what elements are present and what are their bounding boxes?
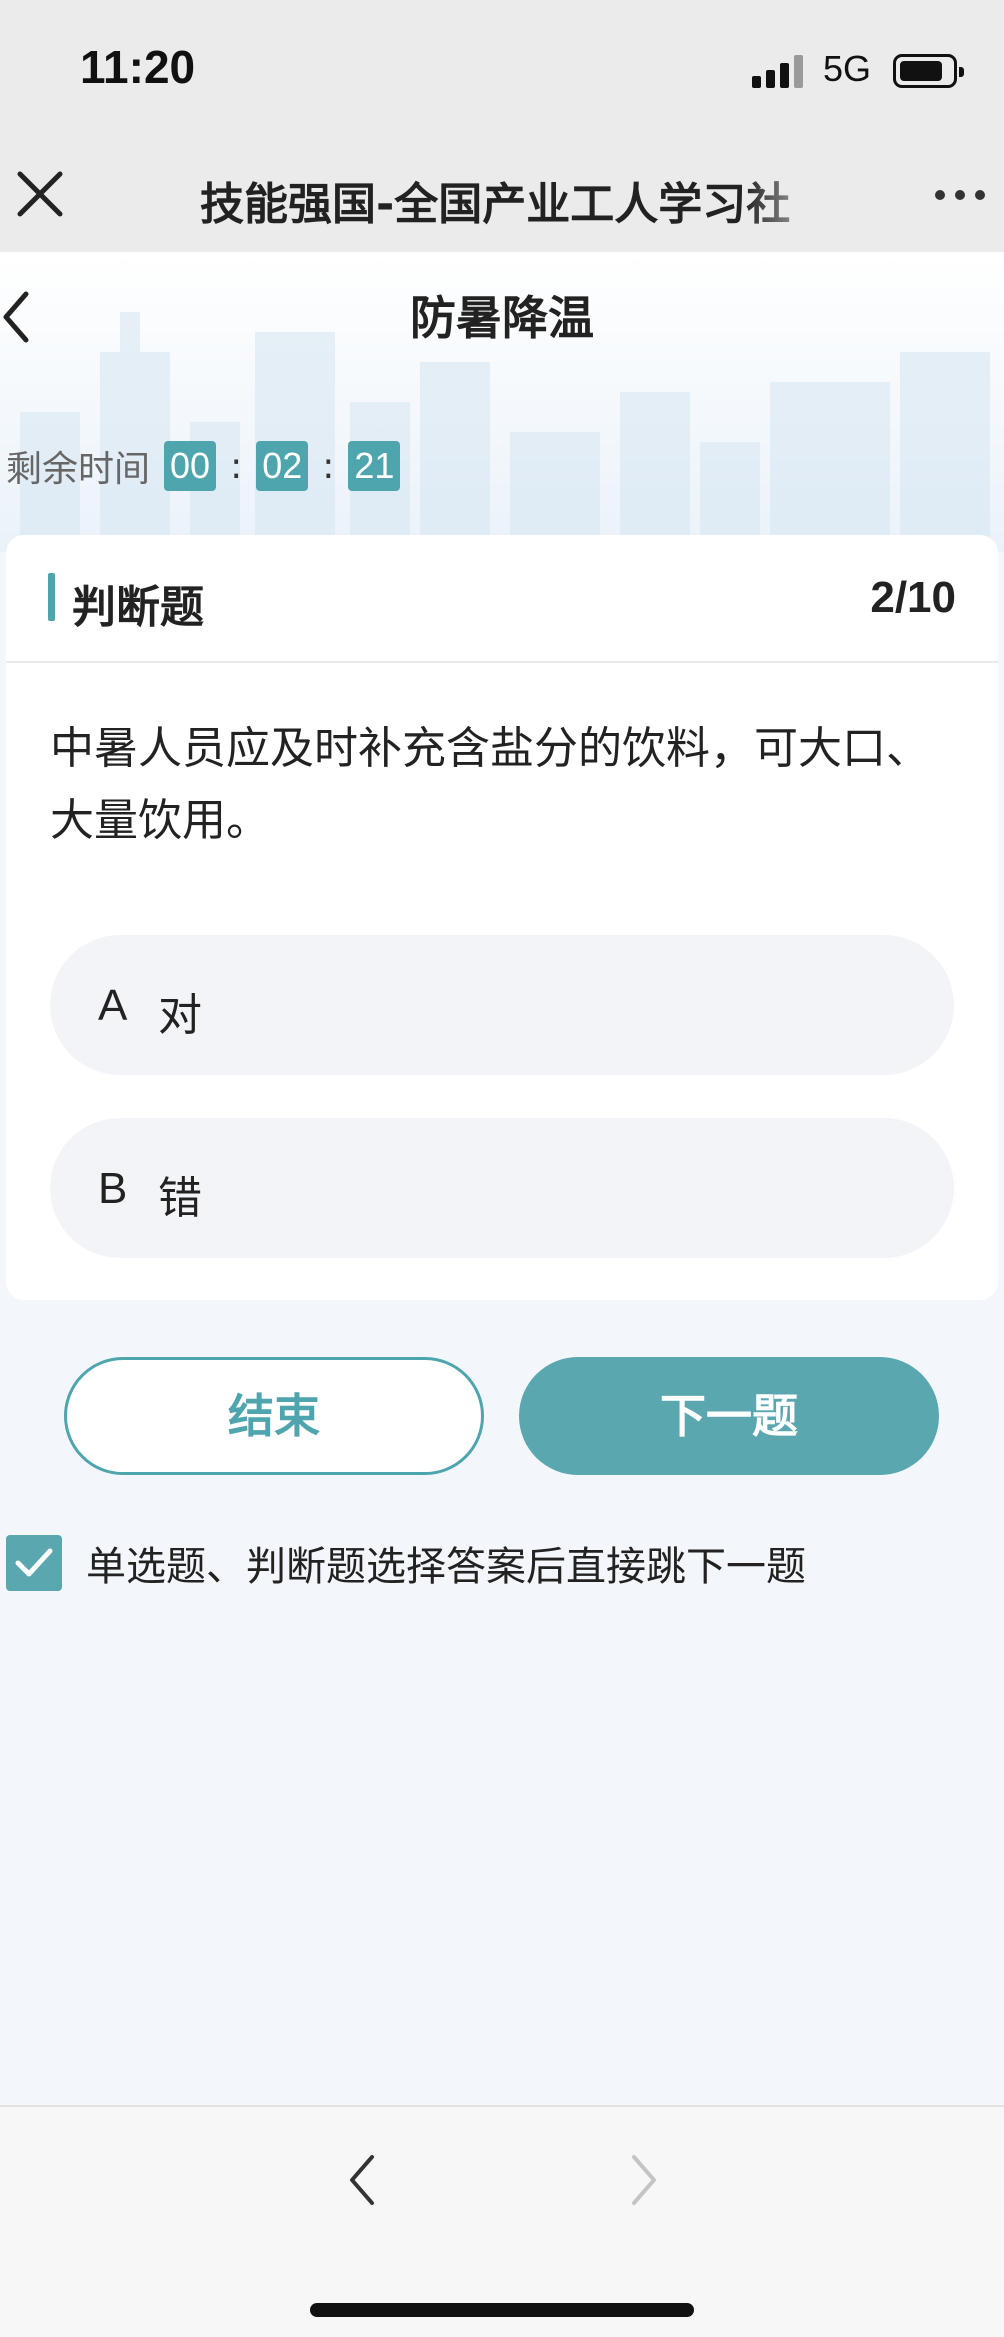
timer: 剩余时间 00 : 02 : 21 [6,440,401,492]
page-header: 防暑降温 剩余时间 00 : 02 : 21 [0,252,1004,552]
timer-separator: : [230,445,243,487]
option-text: 错 [158,1173,202,1224]
timer-separator: : [322,445,335,487]
signal-icon [752,54,808,88]
auto-next-label: 单选题、判断题选择答案后直接跳下一题 [86,1544,806,1590]
question-text: 中暑人员应及时补充含盐分的饮料，可大口、大量饮用。 [50,723,930,846]
option-b[interactable]: B 错 [50,1118,954,1258]
close-icon [17,171,63,217]
status-bar: 11:20 5G [0,0,1004,140]
more-icon [935,190,945,200]
card-header: 判断题 2/10 [6,535,998,663]
page-title: 防暑降温 [410,291,594,345]
question-type: 判断题 [72,582,204,633]
timer-label: 剩余时间 [6,449,151,490]
option-text: 对 [158,990,202,1041]
timer-minutes: 02 [256,441,309,491]
timer-hours: 00 [164,441,217,491]
auto-next-checkbox[interactable] [6,1535,62,1591]
next-question-button[interactable]: 下一题 [519,1357,939,1475]
network-label: 5G [823,48,872,89]
question-card: 判断题 2/10 中暑人员应及时补充含盐分的饮料，可大口、大量饮用。 A 对 B… [6,535,998,1300]
app-title: 技能强国-全国产业工人学习社 [200,179,791,230]
nav-back-button[interactable] [342,2145,386,2215]
chevron-left-icon [350,2155,374,2205]
option-key: A [98,981,128,1030]
close-button[interactable] [10,164,70,224]
home-indicator[interactable] [310,2303,694,2317]
battery-icon [893,54,964,88]
option-key: B [98,1164,128,1213]
accent-bar [48,573,55,621]
timer-seconds: 21 [348,441,401,491]
more-button[interactable] [935,180,995,210]
chevron-right-icon [632,2155,656,2205]
nav-forward-button[interactable] [620,2145,664,2215]
auto-next-row: 单选题、判断题选择答案后直接跳下一题 [6,1533,806,1593]
bottom-nav [0,2105,1004,2337]
title-bar: 技能强国-全国产业工人学习社 [0,140,1004,252]
end-button[interactable]: 结束 [64,1357,484,1475]
question-progress: 2/10 [870,573,956,622]
option-a[interactable]: A 对 [50,935,954,1075]
check-icon [15,1548,53,1577]
status-time: 11:20 [80,41,196,93]
